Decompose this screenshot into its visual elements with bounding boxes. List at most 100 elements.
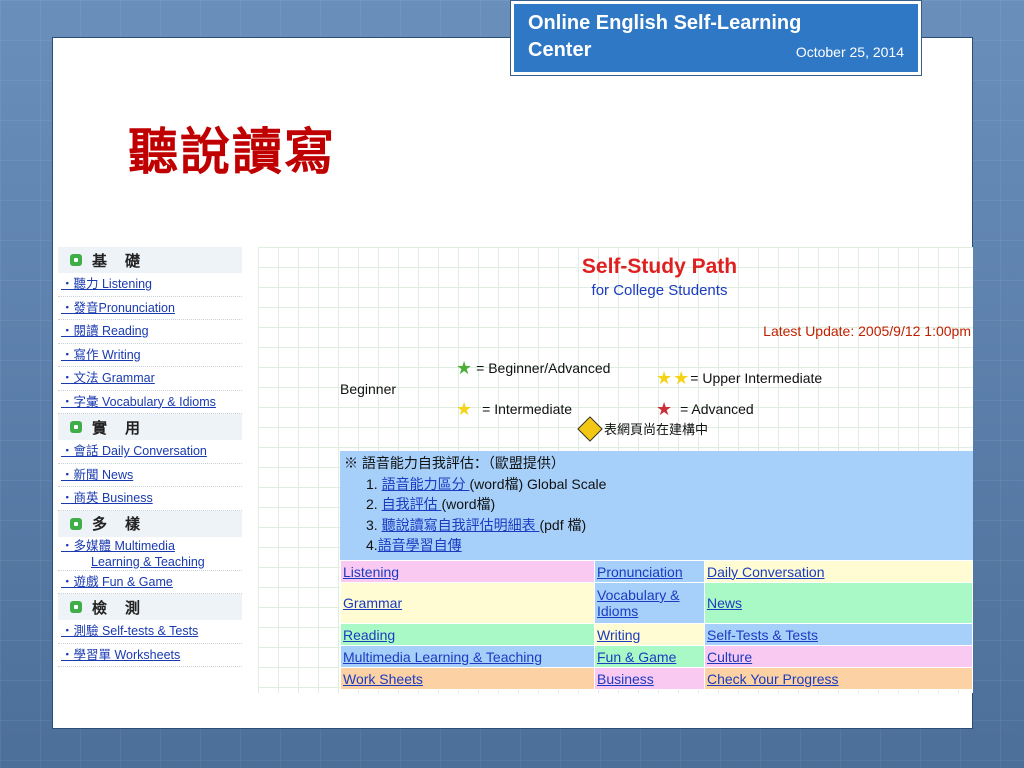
green-star-icon: ★ [456, 358, 473, 378]
grid-cell: Culture [704, 645, 973, 668]
grid-row: Grammar Vocabulary & Idioms News [340, 582, 973, 624]
nav-link-worksheets[interactable]: ‧學習單 Worksheets [58, 644, 242, 667]
grid-cell: Work Sheets [340, 667, 595, 690]
bullet-icon [70, 517, 82, 530]
grid-cell: News [704, 582, 973, 624]
legend-text: = Intermediate [482, 401, 573, 417]
grid-link-fun-game[interactable]: Fun & Game [597, 649, 676, 665]
assessment-item: 2. 自我評估 (word檔) [344, 494, 969, 515]
grid-link-news[interactable]: News [707, 595, 742, 611]
grid-link-multimedia[interactable]: Multimedia Learning & Teaching [343, 649, 542, 665]
nav-link-label: ‧多媒體 Multimedia [61, 538, 175, 553]
legend-text: = Advanced [680, 401, 754, 417]
nav-link-writing[interactable]: ‧寫作 Writing [58, 344, 242, 367]
grid-link-writing[interactable]: Writing [597, 627, 640, 643]
nav-link-business[interactable]: ‧商英 Business [58, 487, 242, 511]
link-global-scale[interactable]: 語音能力區分 [382, 476, 470, 492]
nav-link-grammar[interactable]: ‧文法 Grammar [58, 367, 242, 391]
legend-text: = Beginner/Advanced [476, 360, 611, 376]
nav-link-fun-game[interactable]: ‧遊戲 Fun & Game [58, 571, 242, 594]
assessment-item: 1. 語音能力區分 (word檔) Global Scale [344, 474, 969, 495]
grid-link-business[interactable]: Business [597, 671, 654, 687]
legend-intermediate: ★ = Intermediate [456, 400, 572, 418]
assessment-item: 4.語音學習自傳 [344, 535, 969, 556]
grid-cell: Business [594, 667, 705, 690]
grid-link-worksheets[interactable]: Work Sheets [343, 671, 423, 687]
nav-section-heading: 多樣 [92, 515, 159, 533]
legend-beginner-advanced: ★ = Beginner/Advanced [456, 359, 610, 377]
grid-row: Work Sheets Business Check Your Progress [340, 667, 973, 690]
self-assessment-box: ※ 語音能力自我評估：（歐盟提供） 1. 語音能力區分 (word檔) Glob… [340, 451, 973, 560]
grid-cell: Check Your Progress [704, 667, 973, 690]
bullet-icon [70, 601, 82, 613]
assessment-item: 3. 聽說讀寫自我評估明細表 (pdf 檔) [344, 515, 969, 536]
grid-link-self-tests[interactable]: Self-Tests & Tests [707, 627, 818, 643]
topic-grid: Listening Pronunciation Daily Conversati… [340, 560, 973, 690]
nav-link-pronunciation[interactable]: ‧發音Pronunciation [58, 297, 242, 320]
item-number: 3. [366, 516, 378, 533]
nav-section-heading: 實用 [92, 418, 159, 437]
item-rest: (pdf 檔) [539, 516, 587, 533]
grid-cell: Fun & Game [594, 645, 705, 668]
latest-update: Latest Update: 2005/9/12 1:00pm [763, 323, 971, 339]
grid-link-pronunciation[interactable]: Pronunciation [597, 564, 683, 580]
item-number: 1. [366, 475, 378, 492]
nav-section-practical: 實用 [58, 414, 242, 440]
grid-cell: Reading [340, 623, 595, 646]
under-construction-note: 表網頁尚在建構中 [577, 415, 709, 442]
grid-cell: Writing [594, 623, 705, 646]
grid-link-listening[interactable]: Listening [343, 564, 399, 580]
grid-cell: Vocabulary & Idioms [594, 582, 705, 624]
nav-link-multimedia[interactable]: ‧多媒體 Multimedia Learning & Teaching [58, 537, 242, 571]
link-skills-checklist[interactable]: 聽說讀寫自我評估明細表 [382, 517, 540, 533]
yellow-star-icon: ★ [456, 399, 473, 419]
grid-row: Multimedia Learning & Teaching Fun & Gam… [340, 645, 973, 668]
grid-cell: Grammar [340, 582, 595, 624]
path-title: Self-Study Path [581, 255, 738, 278]
nav-link-tests[interactable]: ‧測驗 Self-tests & Tests [58, 620, 242, 644]
legend-upper-intermediate: ★ ★ = Upper Intermediate [656, 369, 822, 387]
grid-link-daily-conversation[interactable]: Daily Conversation [707, 564, 825, 580]
bullet-icon [70, 421, 82, 433]
header-date: October 25, 2014 [795, 44, 904, 60]
grid-link-vocabulary[interactable]: Vocabulary & Idioms [597, 587, 680, 619]
item-rest: (word檔) Global Scale [469, 475, 607, 492]
bullet-icon [70, 254, 82, 266]
nav-section-basic: 基礎 [58, 247, 242, 273]
path-subtitle: for College Students [591, 282, 728, 299]
construction-icon [577, 415, 603, 442]
grid-link-reading[interactable]: Reading [343, 627, 395, 643]
grid-cell: Multimedia Learning & Teaching [340, 645, 595, 668]
nav-section-variety: 多樣 [58, 510, 242, 537]
item-number: 4. [366, 537, 378, 553]
yellow-star-icon: ★ [656, 368, 673, 388]
link-self-assessment[interactable]: 自我評估 [382, 496, 442, 512]
nav-link-news[interactable]: ‧新聞 News [58, 464, 242, 487]
slide-header: Online English Self-Learning Center Octo… [510, 0, 922, 76]
nav-section-heading: 基礎 [92, 251, 159, 270]
grid-cell: Listening [340, 560, 595, 583]
grid-cell: Pronunciation [594, 560, 705, 583]
grid-row: Listening Pronunciation Daily Conversati… [340, 560, 973, 583]
nav-link-conversation[interactable]: ‧會話 Daily Conversation [58, 440, 242, 464]
nav-link-vocabulary[interactable]: ‧字彙 Vocabulary & Idioms [58, 391, 242, 414]
header-banner: Online English Self-Learning Center Octo… [514, 4, 918, 72]
nav-section-heading: 檢測 [92, 598, 159, 617]
nav-link-listening[interactable]: ‧聽力 Listening [58, 273, 242, 297]
construction-text: 表網頁尚在建構中 [604, 423, 709, 438]
grid-cell: Daily Conversation [704, 560, 973, 583]
legend-text: = Upper Intermediate [690, 370, 823, 386]
grid-link-culture[interactable]: Culture [707, 649, 752, 665]
link-learning-biography[interactable]: 語音學習自傳 [378, 537, 462, 553]
grid-row: Reading Writing Self-Tests & Tests [340, 623, 973, 646]
grid-link-grammar[interactable]: Grammar [343, 595, 402, 611]
nav-section-testing: 檢測 [58, 594, 242, 620]
left-nav: 基礎 ‧聽力 Listening ‧發音Pronunciation ‧閱讀 Re… [58, 247, 242, 693]
grid-link-check-progress[interactable]: Check Your Progress [707, 671, 839, 687]
item-number: 2. [366, 496, 378, 512]
slide-title: 聽說讀寫 [128, 122, 336, 181]
yellow-star-icon: ★ [673, 368, 690, 388]
nav-link-sublabel: Learning & Teaching [91, 554, 205, 569]
legend-advanced: ★ = Advanced [656, 400, 754, 418]
nav-link-reading[interactable]: ‧閱讀 Reading [58, 320, 242, 344]
